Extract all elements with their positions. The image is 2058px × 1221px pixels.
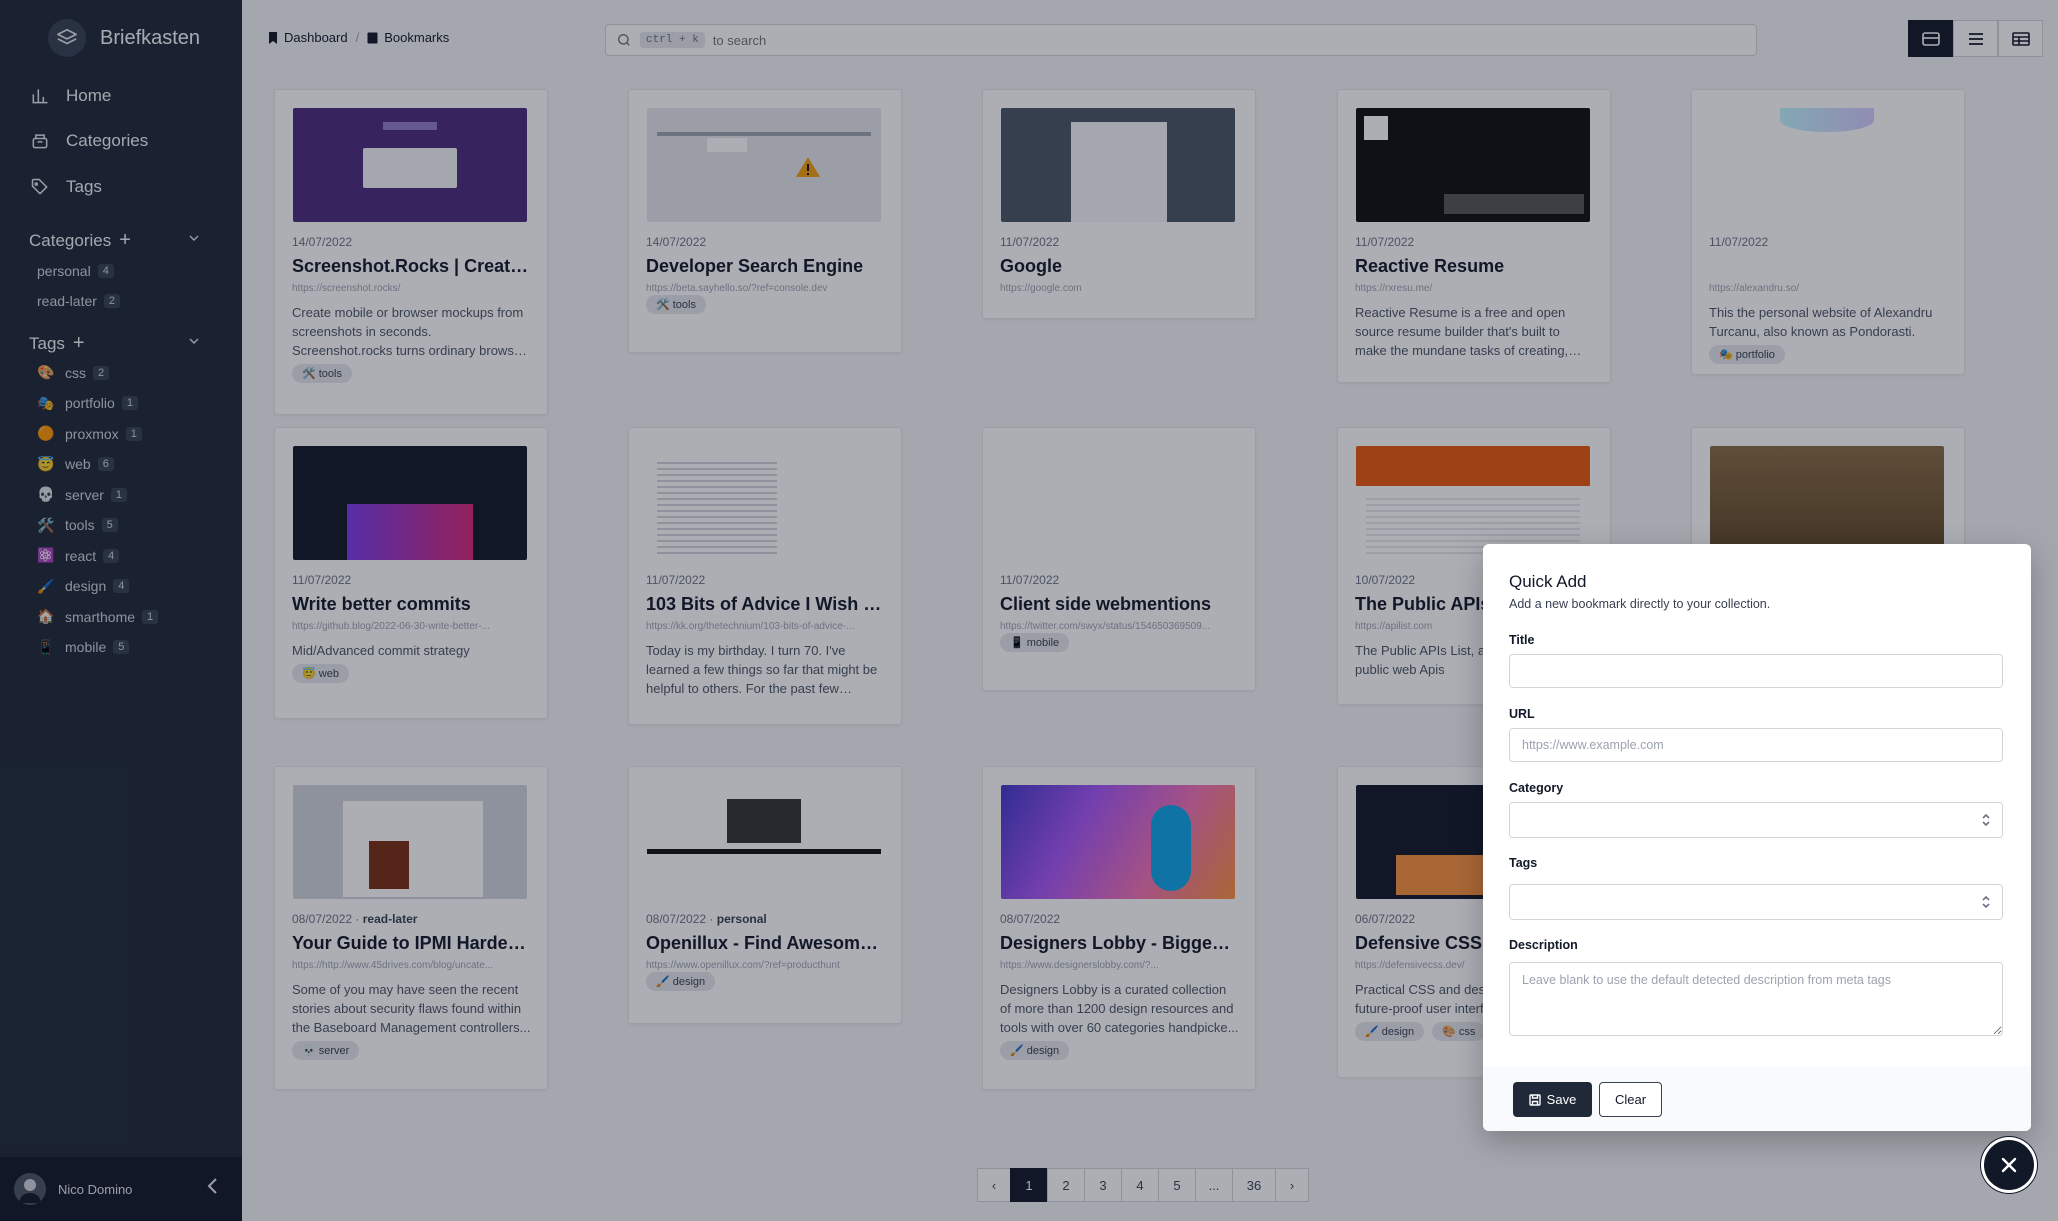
close-quick-add-button[interactable] <box>1984 1140 2034 1190</box>
tags-select[interactable] <box>1509 884 2003 920</box>
save-button-label: Save <box>1546 1092 1577 1107</box>
quick-add-modal: Quick Add Add a new bookmark directly to… <box>1483 544 2031 1131</box>
clear-button[interactable]: Clear <box>1599 1082 1662 1117</box>
url-label: URL <box>1509 707 1535 721</box>
save-button[interactable]: Save <box>1513 1082 1592 1117</box>
url-field[interactable] <box>1509 728 2003 762</box>
quick-add-title: Quick Add <box>1509 572 1587 591</box>
quick-add-subtitle: Add a new bookmark directly to your coll… <box>1509 597 1771 611</box>
category-label: Category <box>1509 781 1564 795</box>
chevron-updown-icon <box>1982 813 1990 827</box>
description-field[interactable] <box>1509 962 2003 1036</box>
title-label: Title <box>1509 633 1535 647</box>
chevron-updown-icon <box>1982 895 1990 909</box>
category-select[interactable] <box>1509 802 2003 838</box>
save-icon <box>1528 1093 1541 1106</box>
description-label: Description <box>1509 938 1578 952</box>
tags-label: Tags <box>1509 856 1538 870</box>
close-icon <box>2001 1157 2017 1173</box>
quick-add-footer: Save Clear <box>1483 1066 2031 1131</box>
title-field[interactable] <box>1509 654 2003 688</box>
